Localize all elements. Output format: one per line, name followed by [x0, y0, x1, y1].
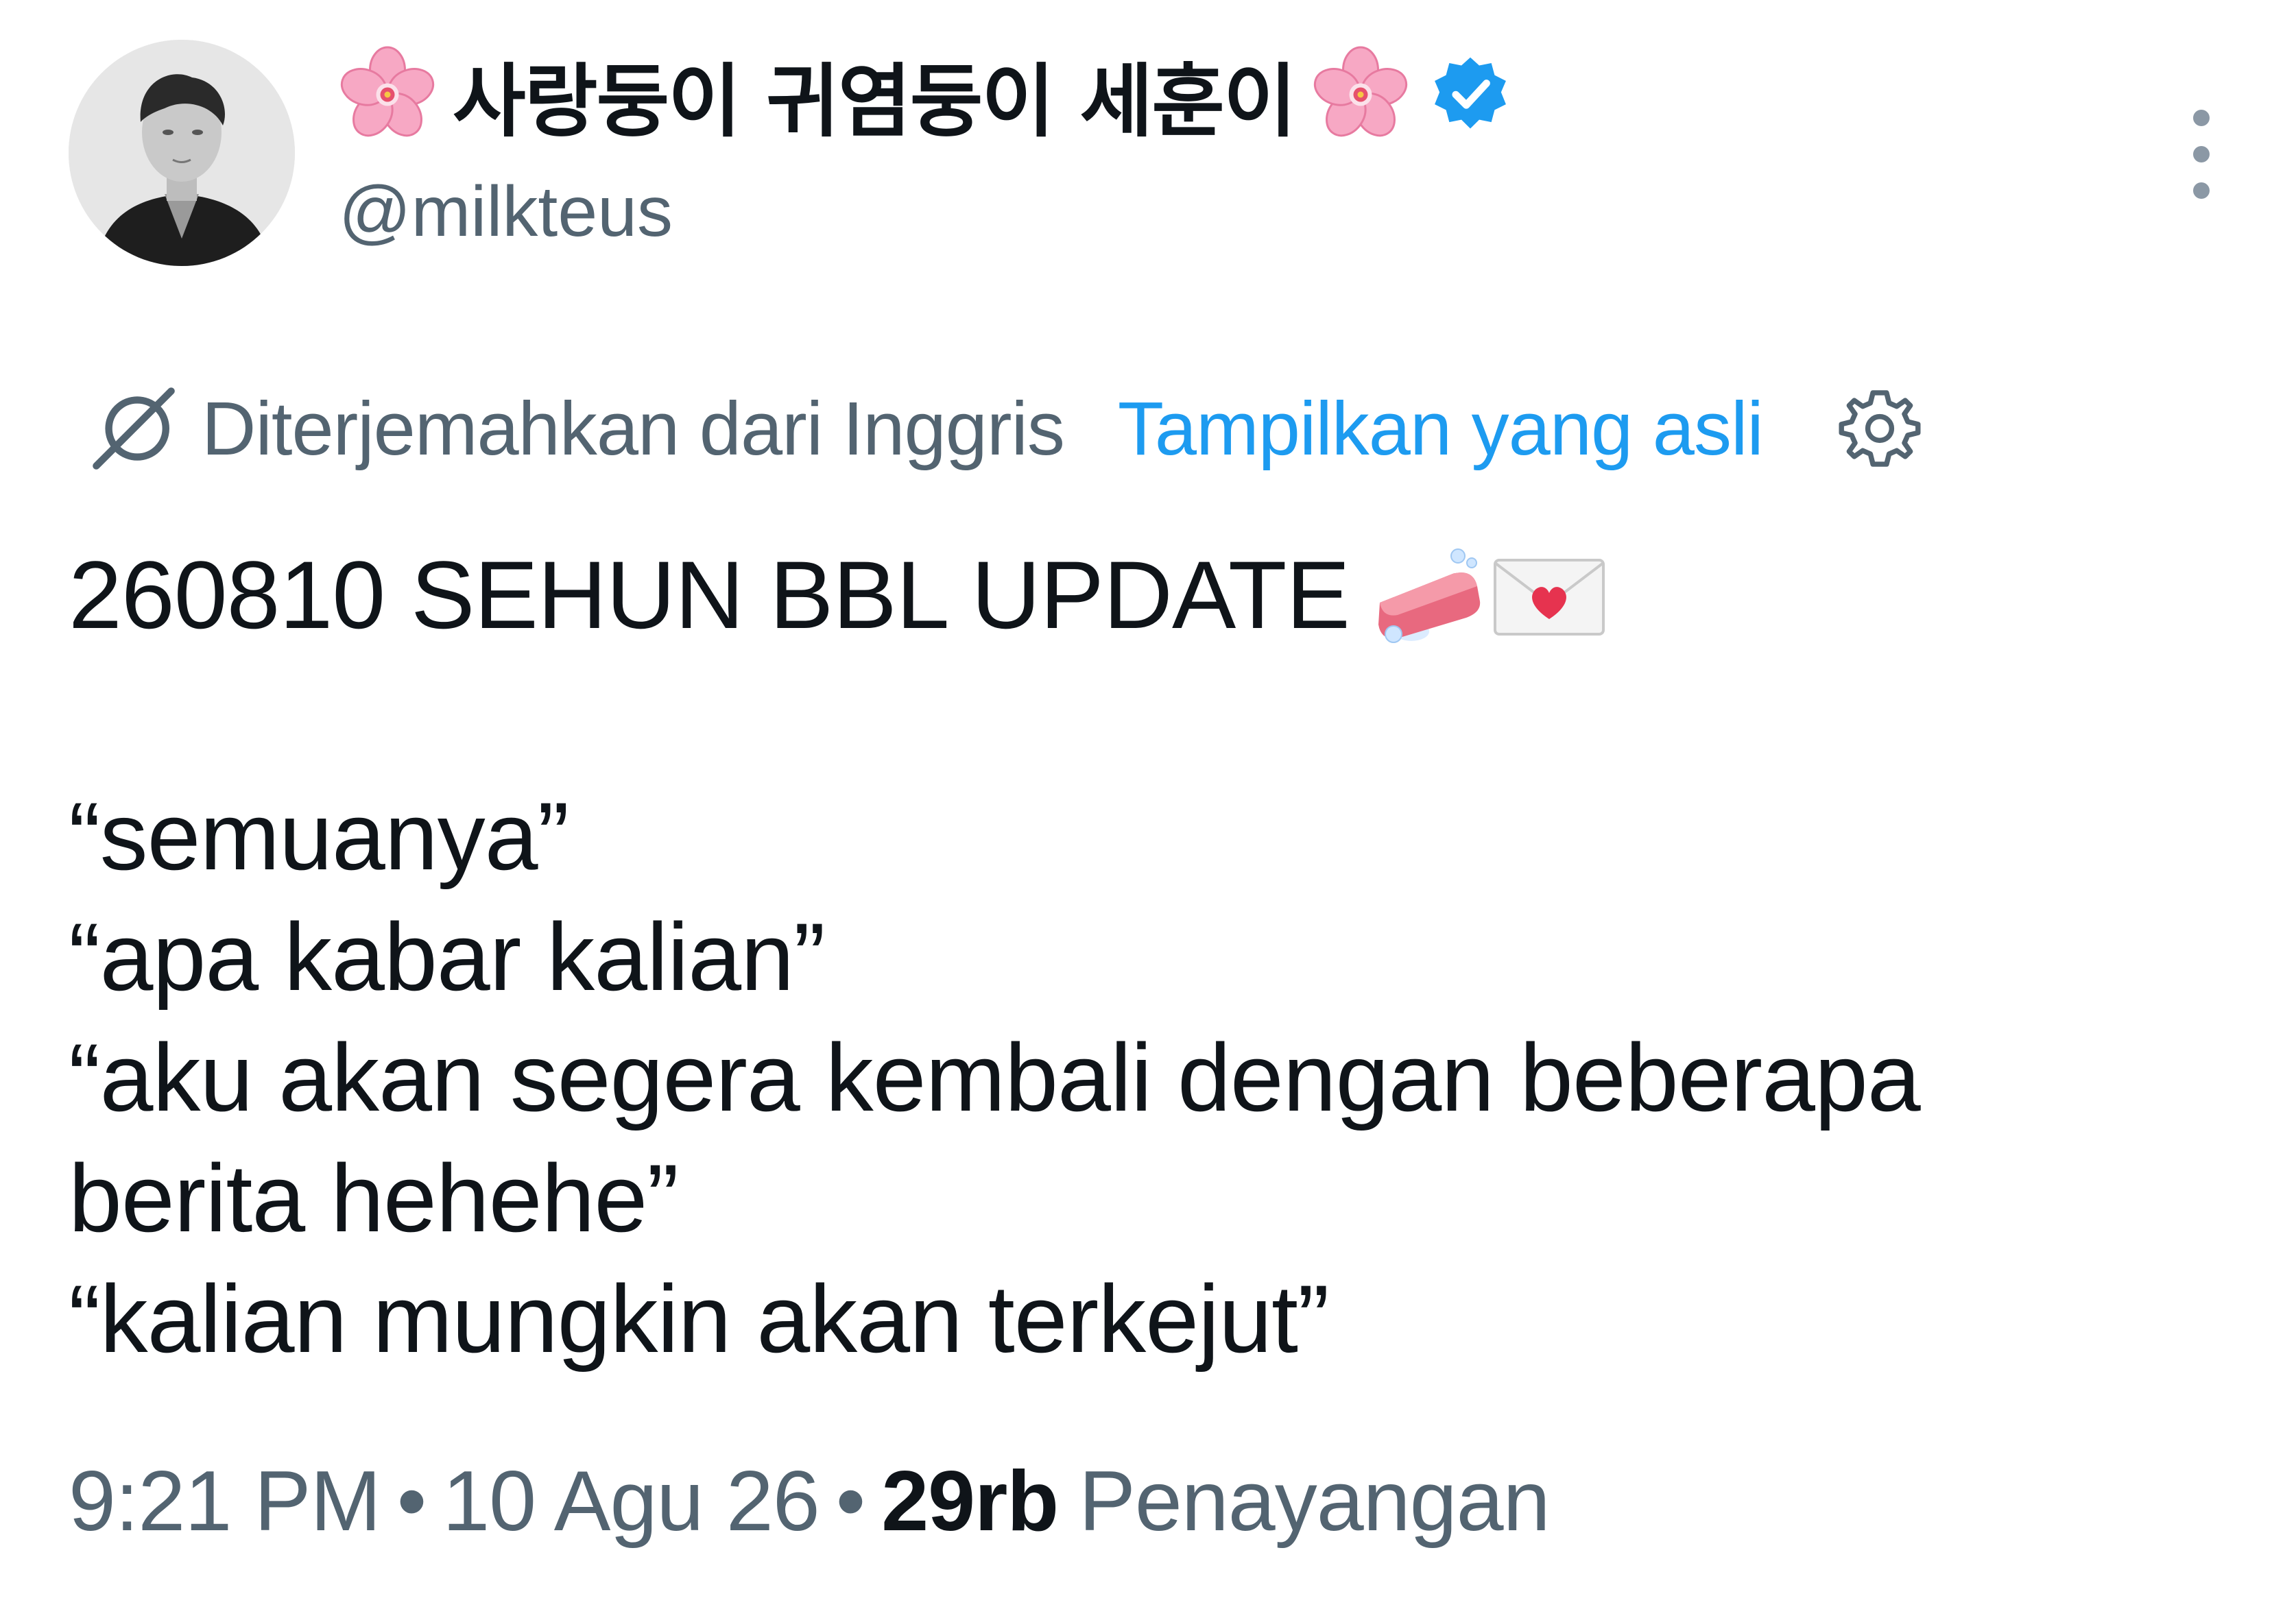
separator: •: [396, 1454, 427, 1549]
author-name-row[interactable]: 사랑둥이 귀염둥이 세훈이: [336, 40, 1511, 149]
views-label[interactable]: Penayangan: [1079, 1453, 1550, 1550]
tweet-title-line: 260810 SEHUN BBL UPDATE: [69, 535, 2229, 655]
more-options-icon[interactable]: [2181, 110, 2222, 199]
display-name: 사랑둥이 귀염둥이 세훈이: [453, 56, 1297, 148]
translated-from-label: Diterjemahkan dari Inggris: [202, 386, 1065, 471]
avatar-photo: [69, 40, 295, 266]
cherry-blossom-icon: [1313, 46, 1407, 137]
tweet-line: “semuanya”: [69, 782, 569, 890]
tweet-line: “aku akan segera kembali dengan beberapa: [69, 1024, 1921, 1131]
tweet-meta: 9:21 PM • 10 Agu 26 • 29rb Penayangan: [69, 1447, 1551, 1556]
tweet-time[interactable]: 9:21 PM: [69, 1453, 381, 1550]
dot: [2193, 146, 2210, 162]
tweet-card: 사랑둥이 귀염둥이 세훈이 @milkteus Diterjemahkan da…: [0, 0, 2296, 1607]
dot: [2193, 182, 2210, 199]
tweet-date[interactable]: 10 Agu 26: [442, 1453, 820, 1550]
soap-icon: [1378, 548, 1480, 643]
verified-badge-icon[interactable]: [1430, 54, 1511, 135]
avatar[interactable]: [69, 40, 295, 266]
show-original-link[interactable]: Tampilkan yang asli: [1118, 385, 1764, 472]
views-count[interactable]: 29rb: [881, 1453, 1059, 1550]
love-letter-icon: [1493, 559, 1605, 636]
author-handle[interactable]: @milkteus: [339, 171, 673, 253]
translation-bar: Diterjemahkan dari Inggris Tampilkan yan…: [89, 370, 1922, 487]
tweet-text: 260810 SEHUN BBL UPDATE “semuanya” “apa …: [69, 535, 2229, 1379]
tweet-line: berita hehehe”: [69, 1144, 679, 1252]
tweet-line: “apa kabar kalian”: [69, 903, 826, 1011]
separator: •: [835, 1454, 865, 1549]
gear-icon[interactable]: [1837, 386, 1922, 471]
cherry-blossom-icon: [340, 46, 435, 137]
tweet-line: “kalian mungkin akan terkejut”: [69, 1265, 1330, 1373]
dot: [2193, 110, 2210, 126]
tweet-title: 260810 SEHUN BBL UPDATE: [69, 541, 1350, 649]
globe-icon: [93, 387, 175, 470]
